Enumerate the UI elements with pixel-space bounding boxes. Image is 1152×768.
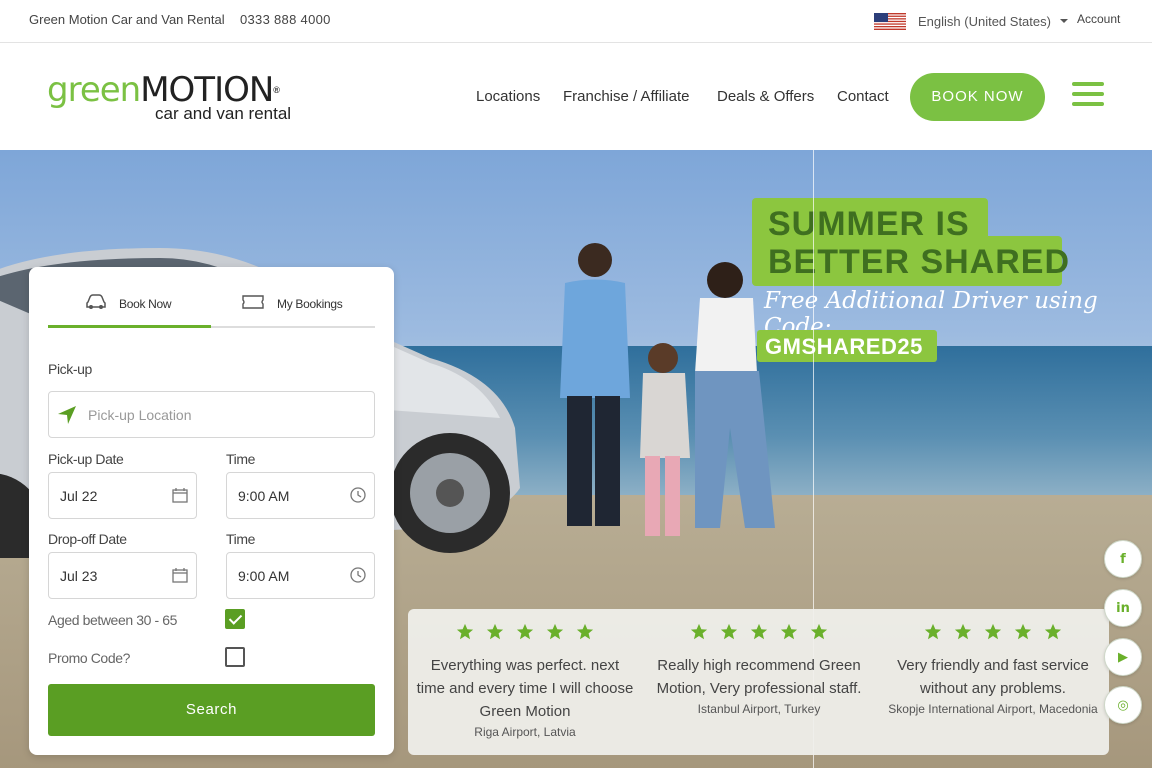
pickup-date-label: Pick-up Date (48, 451, 124, 467)
chevron-down-icon[interactable] (1060, 19, 1068, 23)
pickup-time-label: Time (226, 451, 255, 467)
calendar-icon (172, 568, 188, 583)
star-icon (954, 623, 972, 640)
dropoff-date-value: Jul 23 (60, 568, 98, 584)
age-checkbox[interactable] (225, 609, 245, 629)
booking-widget: Book Now My Bookings Pick-up Pick-up Loc… (29, 267, 394, 755)
review-location: Istanbul Airport, Turkey (697, 702, 821, 716)
star-icon (720, 623, 738, 640)
star-icon (516, 623, 534, 640)
tab-underline (48, 325, 375, 328)
dropoff-date-field[interactable]: Jul 23 (48, 552, 197, 599)
calendar-icon (172, 488, 188, 503)
nav-franchise-affiliate[interactable]: Franchise / Affiliate (563, 88, 689, 105)
dropoff-time-field[interactable]: 9:00 AM (226, 552, 375, 599)
clock-icon (350, 567, 366, 583)
linkedin-icon[interactable]: in (1104, 589, 1142, 627)
star-icon (984, 623, 1002, 640)
language-selector[interactable]: English (United States) (918, 14, 1051, 29)
logo-tagline: car and van rental (155, 104, 292, 123)
review-text: Very friendly and fast service without a… (897, 657, 1089, 697)
youtube-icon[interactable]: ▶ (1104, 638, 1142, 676)
hamburger-menu-icon[interactable] (1072, 82, 1104, 108)
dropoff-date-label: Drop-off Date (48, 531, 127, 547)
us-flag-icon[interactable] (874, 13, 906, 30)
clock-icon (350, 487, 366, 503)
account-link[interactable]: Account (1077, 12, 1120, 26)
star-icon (924, 623, 942, 640)
review-location: Riga Airport, Latvia (474, 725, 576, 739)
reviews-strip: Everything was perfect. next time and ev… (408, 609, 1109, 755)
star-icon (780, 623, 798, 640)
review-text: Really high recommend Green Motion, Very… (656, 657, 862, 697)
promo-code-checkbox[interactable] (225, 647, 245, 667)
review-text: Everything was perfect. next time and ev… (416, 657, 634, 720)
location-arrow-icon (58, 406, 76, 424)
star-icon (546, 623, 564, 640)
pickup-date-value: Jul 22 (60, 488, 98, 504)
star-icon (1014, 623, 1032, 640)
dropoff-time-label: Time (226, 531, 255, 547)
book-now-button[interactable]: BOOK NOW (910, 73, 1045, 121)
facebook-icon[interactable]: f (1104, 540, 1142, 578)
pickup-location-input[interactable]: Pick-up Location (48, 391, 375, 438)
tab-book-now[interactable]: Book Now (119, 297, 172, 311)
green-motion-logo[interactable]: greenMOTION® car and van rental (47, 72, 309, 124)
age-label: Aged between 30 - 65 (48, 612, 177, 628)
main-header: greenMOTION® car and van rental Location… (0, 44, 1152, 150)
review-card: Really high recommend Green Motion, Very… (649, 623, 869, 718)
star-icon (1044, 623, 1062, 640)
pickup-time-field[interactable]: 9:00 AM (226, 472, 375, 519)
car-icon (86, 294, 106, 309)
review-location: Skopje International Airport, Macedonia (888, 702, 1098, 716)
search-button[interactable]: Search (48, 684, 375, 736)
pickup-date-field[interactable]: Jul 22 (48, 472, 197, 519)
pickup-label: Pick-up (48, 361, 92, 377)
nav-contact[interactable]: Contact (837, 88, 889, 105)
tab-my-bookings[interactable]: My Bookings (277, 297, 343, 311)
promo-code-label: Promo Code? (48, 650, 130, 666)
top-bar: Green Motion Car and Van Rental 0333 888… (0, 0, 1152, 43)
star-rating (415, 623, 635, 643)
pickup-location-placeholder: Pick-up Location (88, 407, 192, 423)
review-card: Everything was perfect. next time and ev… (415, 623, 635, 741)
phone-number[interactable]: 0333 888 4000 (240, 12, 331, 27)
star-icon (750, 623, 768, 640)
nav-deals-offers[interactable]: Deals & Offers (717, 88, 814, 105)
star-rating (883, 623, 1103, 643)
promo-headline-line1: SUMMER IS (768, 205, 970, 243)
review-card: Very friendly and fast service without a… (883, 623, 1103, 718)
ticket-icon (242, 295, 264, 309)
nav-locations[interactable]: Locations (476, 88, 540, 105)
company-name: Green Motion Car and Van Rental (29, 12, 225, 27)
star-icon (690, 623, 708, 640)
star-rating (649, 623, 869, 643)
pickup-time-value: 9:00 AM (238, 488, 290, 504)
star-icon (456, 623, 474, 640)
promo-code: GMSHARED25 (765, 334, 923, 359)
star-icon (576, 623, 594, 640)
star-icon (486, 623, 504, 640)
logo-green-text: green (47, 70, 141, 110)
instagram-icon[interactable]: ◎ (1104, 686, 1142, 724)
star-icon (810, 623, 828, 640)
dropoff-time-value: 9:00 AM (238, 568, 290, 584)
